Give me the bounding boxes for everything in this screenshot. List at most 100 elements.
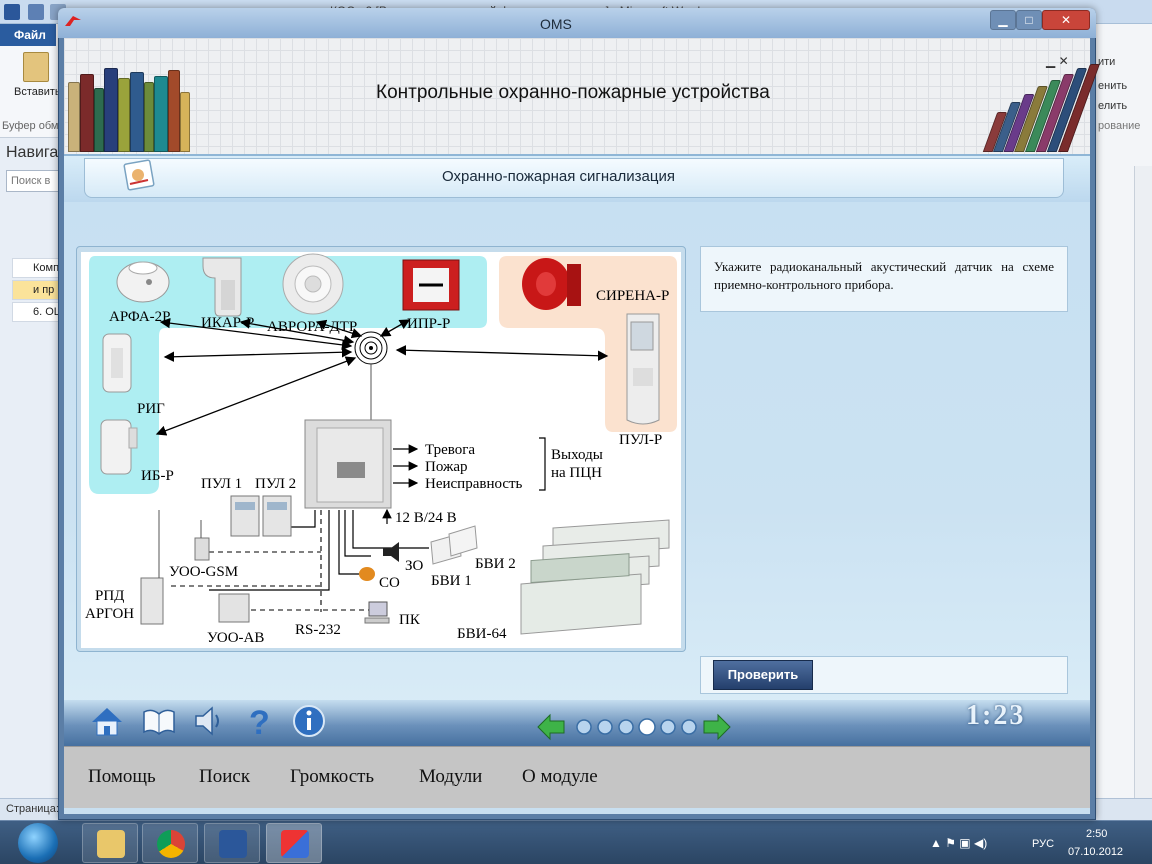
label-pul-r: ПУЛ-Р	[619, 432, 662, 448]
check-button[interactable]: Проверить	[713, 660, 813, 690]
menu-help[interactable]: Помощь	[88, 766, 156, 788]
label-argon: АРГОН	[85, 606, 134, 622]
taskbar-explorer[interactable]	[82, 823, 138, 863]
oms-app-icon	[281, 830, 309, 858]
device-pul-r[interactable]	[626, 313, 660, 425]
taskbar-word[interactable]	[204, 823, 260, 863]
ribbon-item[interactable]: ити	[1098, 56, 1115, 68]
menu-about[interactable]: О модуле	[522, 766, 598, 788]
label-ipr: ИПР-Р	[407, 316, 450, 332]
device-rpd-argon[interactable]	[140, 510, 164, 625]
home-icon[interactable]	[88, 702, 126, 740]
label-sirena: СИРЕНА-Р	[596, 288, 669, 304]
instruction-text: Укажите радиоканальный акустический датч…	[714, 259, 1054, 292]
menu-volume[interactable]: Громкость	[290, 766, 374, 788]
device-zo[interactable]	[383, 542, 399, 562]
device-bvi-2[interactable]	[448, 525, 478, 557]
device-uoo-gsm[interactable]	[194, 520, 210, 561]
start-button[interactable]	[18, 823, 58, 863]
vertical-scrollbar[interactable]	[1134, 166, 1152, 798]
bookshelf-right-image	[982, 60, 1101, 152]
navigation-search-input[interactable]: Поиск в	[6, 170, 64, 192]
device-arfa-2r[interactable]	[116, 261, 170, 303]
device-ipr-r[interactable]	[402, 259, 460, 311]
label-out-alarm: Тревога	[425, 442, 475, 458]
oms-logo-icon	[65, 16, 81, 26]
device-pul-1[interactable]	[230, 495, 260, 537]
taskbar-oms[interactable]	[266, 823, 322, 863]
module-title: Контрольные охранно-пожарные устройства	[376, 82, 770, 103]
inner-window-controls[interactable]: ▁ ✕	[1046, 54, 1069, 68]
radio-antenna-sensor[interactable]	[354, 331, 388, 420]
label-pul1: ПУЛ 1	[201, 476, 242, 492]
svg-text:?: ?	[249, 704, 270, 740]
page-dot[interactable]	[597, 719, 613, 735]
label-zo: ЗО	[405, 558, 424, 574]
page-dots	[576, 718, 697, 736]
page-dot[interactable]	[618, 719, 634, 735]
pager	[537, 713, 731, 741]
help-icon[interactable]: ?	[240, 702, 278, 740]
clipboard-icon	[23, 52, 49, 82]
label-outputs-2: на ПЦН	[551, 465, 602, 481]
label-bvi1: БВИ 1	[431, 573, 472, 589]
next-arrow-icon[interactable]	[703, 713, 731, 741]
device-avrora-dtr[interactable]	[282, 253, 344, 315]
navigation-pane	[0, 138, 64, 798]
tray-date[interactable]: 07.10.2012	[1068, 846, 1123, 858]
section-title: Охранно-пожарная сигнализация	[442, 168, 675, 185]
tray-time[interactable]: 2:50	[1086, 828, 1107, 840]
speaker-icon[interactable]	[190, 702, 228, 740]
ribbon-group-label: рование	[1098, 120, 1141, 132]
label-outputs-1: Выходы	[551, 447, 603, 463]
close-button[interactable]: ✕	[1042, 10, 1090, 30]
nav-item-selected[interactable]: и пр	[12, 280, 64, 300]
prev-arrow-icon[interactable]	[537, 713, 565, 741]
book-icon[interactable]	[140, 702, 178, 740]
label-rpd: РПД	[95, 588, 124, 604]
bookshelf-left-image	[64, 60, 194, 152]
device-bvi-64[interactable]	[520, 519, 670, 635]
nav-item[interactable]: Комп	[12, 258, 64, 278]
maximize-button[interactable]: □	[1016, 10, 1042, 30]
file-tab[interactable]: Файл	[0, 24, 56, 46]
label-bvi2: БВИ 2	[475, 556, 516, 572]
label-arfa: АРФА-2Р	[109, 309, 171, 325]
save-icon[interactable]	[28, 4, 44, 20]
oms-window-title: OMS	[540, 16, 572, 32]
tray-language[interactable]: РУС	[1032, 838, 1054, 850]
device-sirena-r[interactable]	[522, 258, 581, 310]
label-pul2: ПУЛ 2	[255, 476, 296, 492]
chrome-icon	[157, 830, 185, 858]
device-uoo-av[interactable]	[218, 593, 250, 623]
control-panel-sirius[interactable]	[304, 419, 392, 509]
label-rig: РИГ	[137, 401, 165, 417]
timer: 1:23	[966, 700, 1026, 731]
device-rig[interactable]	[102, 333, 132, 393]
page-dot-current[interactable]	[638, 718, 656, 736]
label-bvi64: БВИ-64	[457, 626, 507, 642]
label-out-fault: Неисправность	[425, 476, 523, 492]
menu-modules[interactable]: Модули	[419, 766, 482, 788]
menu-search[interactable]: Поиск	[199, 766, 250, 788]
tray-icons[interactable]: ▲ ⚑ ▣ ◀)	[930, 836, 987, 850]
label-co: СО	[379, 575, 400, 591]
ribbon-item[interactable]: енить	[1098, 80, 1127, 92]
page-dot[interactable]	[576, 719, 592, 735]
paste-label: Вставить	[14, 86, 61, 98]
label-out-fire: Пожар	[425, 459, 467, 475]
paste-button[interactable]: Вставить	[14, 52, 61, 112]
minimize-button[interactable]: ▁	[990, 10, 1016, 30]
page-dot[interactable]	[681, 719, 697, 735]
word-app-icon	[4, 4, 20, 20]
ribbon-item[interactable]: елить	[1098, 100, 1127, 112]
device-pc[interactable]	[364, 601, 390, 624]
taskbar-chrome[interactable]	[142, 823, 198, 863]
device-pul-2[interactable]	[262, 495, 292, 537]
page-dot[interactable]	[660, 719, 676, 735]
nav-item[interactable]: 6. ОЦ	[12, 302, 64, 322]
info-icon[interactable]	[290, 702, 328, 740]
oms-titlebar	[58, 8, 1096, 38]
device-co[interactable]	[359, 567, 375, 581]
label-pk: ПК	[399, 612, 421, 628]
